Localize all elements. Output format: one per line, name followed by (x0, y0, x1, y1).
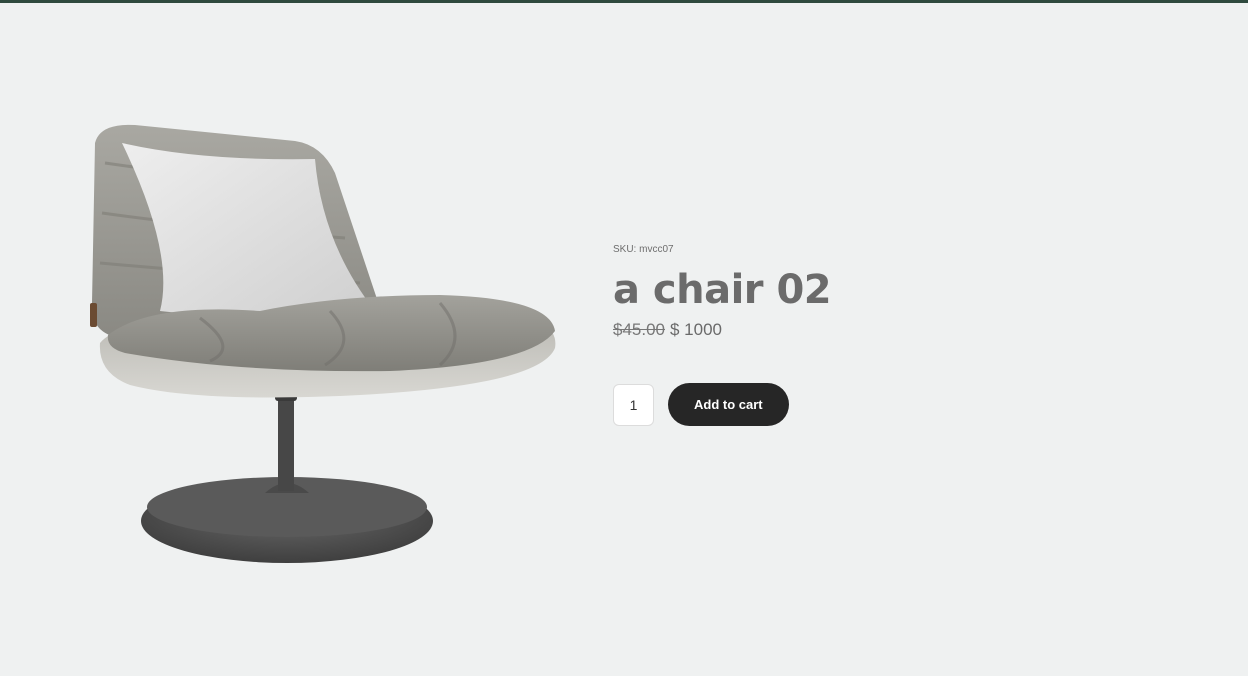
product-title: a chair 02 (613, 267, 832, 313)
product-image[interactable] (60, 103, 580, 583)
product-summary: SKU: mvcc07 a chair 02 $45.00 $ 1000 Add … (613, 243, 1173, 426)
product-price: $45.00 $ 1000 (613, 319, 1173, 341)
regular-price: $45.00 (613, 320, 665, 339)
add-to-cart-form: Add to cart (613, 383, 1173, 426)
sku-label: SKU: mvcc07 (613, 244, 674, 255)
sale-price: $ 1000 (670, 320, 722, 339)
product-page: SKU: mvcc07 a chair 02 $45.00 $ 1000 Add … (0, 0, 1248, 676)
chair-illustration (90, 124, 556, 563)
quantity-input[interactable] (613, 383, 654, 426)
add-to-cart-button[interactable]: Add to cart (668, 383, 789, 426)
